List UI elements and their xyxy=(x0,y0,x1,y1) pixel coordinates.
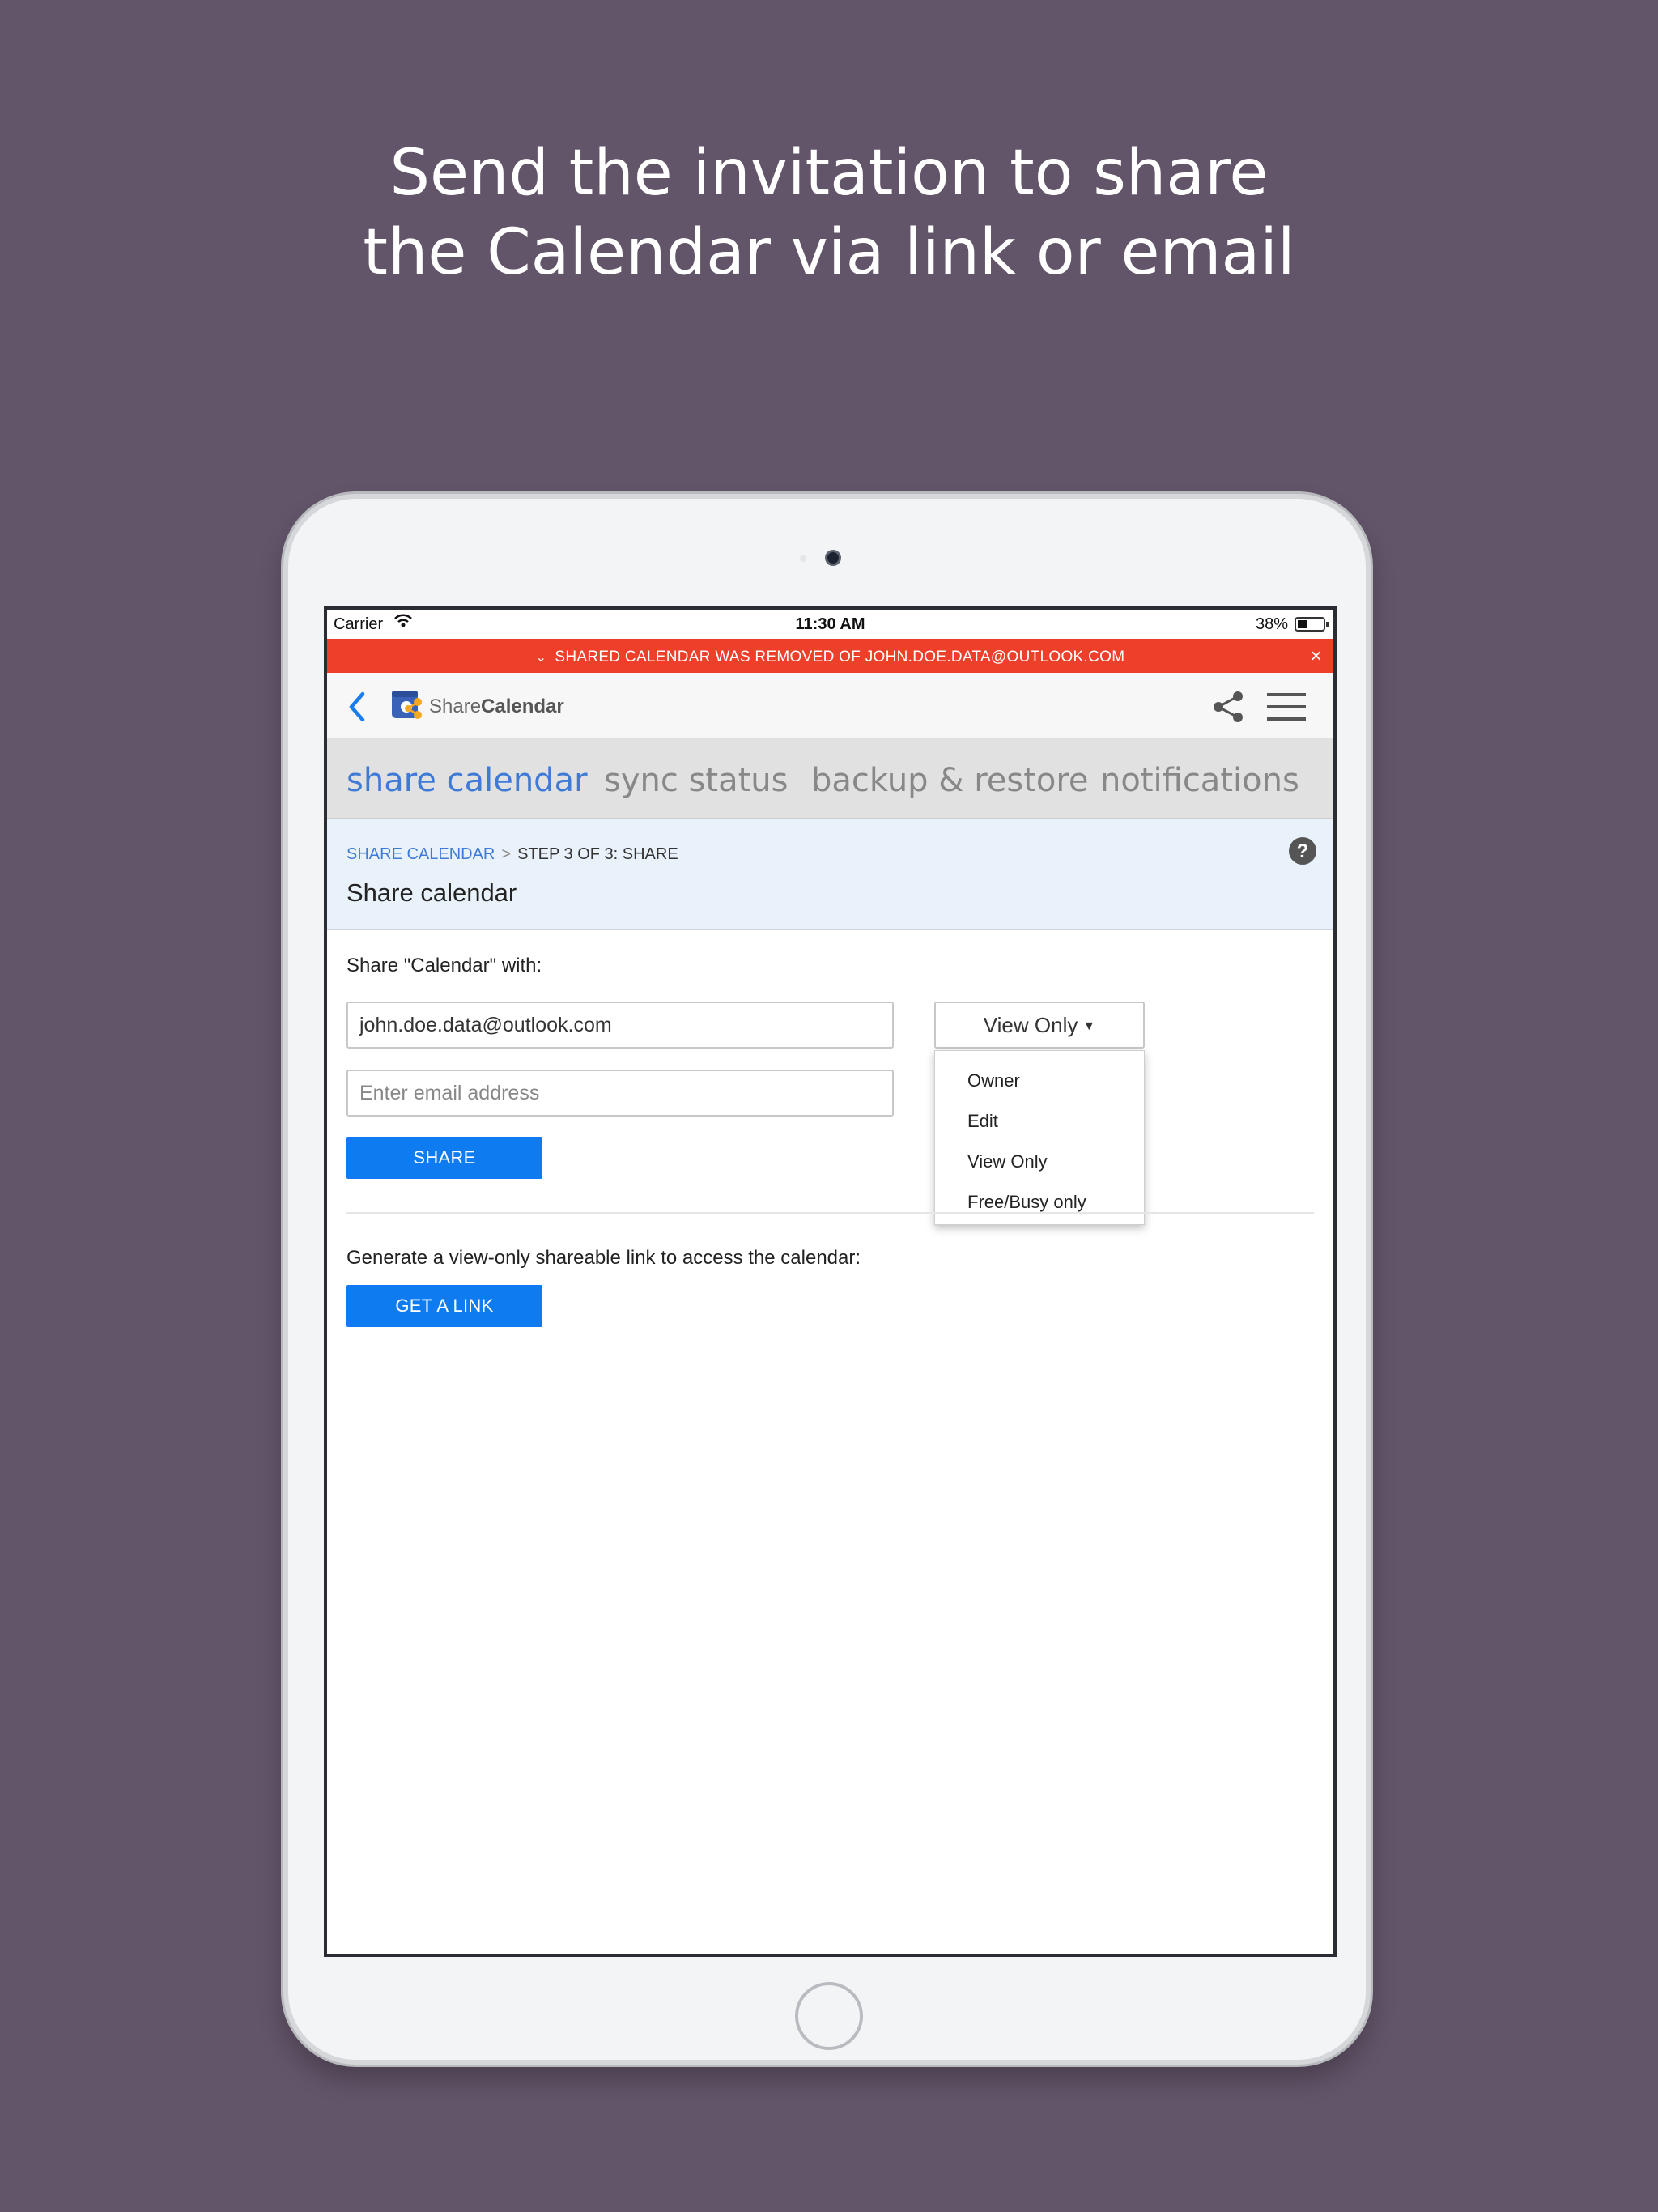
battery-percent: 38% xyxy=(1255,615,1288,633)
battery-icon xyxy=(1295,617,1329,632)
back-icon[interactable] xyxy=(345,691,369,727)
camera xyxy=(825,550,841,566)
headline-line-1: Send the invitation to share xyxy=(389,137,1269,210)
email-field-1[interactable] xyxy=(346,1002,894,1049)
caret-down-icon: ▼ xyxy=(1082,1019,1096,1033)
alert-message: SHARED CALENDAR WAS REMOVED OF JOHN.DOE.… xyxy=(555,649,1125,666)
status-bar: Carrier 11:30 AM 38% xyxy=(327,610,1333,639)
brand-name: ShareCalendar xyxy=(429,696,564,717)
link-description: Generate a view-only shareable link to a… xyxy=(346,1247,861,1269)
role-option-owner[interactable]: Owner xyxy=(967,1070,1020,1091)
sharecalendar-logo-icon xyxy=(390,687,424,723)
close-icon[interactable]: × xyxy=(1311,645,1322,668)
share-with-label: Share "Calendar" with: xyxy=(346,955,542,976)
tab-bar: share calendar sync status backup & rest… xyxy=(327,739,1333,819)
home-button[interactable] xyxy=(795,1982,863,2050)
page-title: Share calendar xyxy=(346,878,517,907)
ipad-device: Carrier 11:30 AM 38% ⌄ SHARED CALENDAR WA… xyxy=(283,494,1371,2065)
headline: Send the invitation to share the Calenda… xyxy=(0,134,1658,292)
headline-line-2: the Calendar via link or email xyxy=(363,216,1295,289)
tab-share-calendar[interactable]: share calendar xyxy=(346,762,588,799)
help-icon[interactable]: ? xyxy=(1288,836,1317,870)
tab-sync-status[interactable]: sync status xyxy=(604,762,788,799)
hamburger-menu-icon[interactable] xyxy=(1265,691,1307,727)
breadcrumb-separator: > xyxy=(501,845,512,863)
share-button[interactable]: SHARE xyxy=(346,1137,542,1179)
tab-notifications[interactable]: notifications xyxy=(1100,762,1299,799)
clock: 11:30 AM xyxy=(795,615,865,633)
svg-text:?: ? xyxy=(1297,840,1309,862)
chevron-down-icon[interactable]: ⌄ xyxy=(536,649,547,666)
breadcrumb: SHARE CALENDAR > STEP 3 OF 3: SHARE xyxy=(346,845,678,864)
divider xyxy=(346,1212,1314,1214)
role-option-free-busy[interactable]: Free/Busy only xyxy=(967,1192,1086,1213)
role-option-view-only[interactable]: View Only xyxy=(967,1151,1048,1172)
email-field-2[interactable] xyxy=(346,1070,894,1117)
role-select-value: View Only xyxy=(983,1013,1078,1037)
app-screen: Carrier 11:30 AM 38% ⌄ SHARED CALENDAR WA… xyxy=(324,606,1337,1957)
breadcrumb-root-link[interactable]: SHARE CALENDAR xyxy=(346,845,495,863)
breadcrumb-current: STEP 3 OF 3: SHARE xyxy=(517,845,678,863)
role-select[interactable]: View Only ▼ xyxy=(934,1002,1145,1049)
role-option-edit[interactable]: Edit xyxy=(967,1111,998,1132)
app-header: ShareCalendar xyxy=(327,673,1333,739)
role-dropdown-menu: Owner Edit View Only Free/Busy only xyxy=(934,1050,1145,1225)
share-icon[interactable] xyxy=(1210,689,1246,729)
page-header: SHARE CALENDAR > STEP 3 OF 3: SHARE Share … xyxy=(327,819,1333,930)
alert-banner[interactable]: ⌄ SHARED CALENDAR WAS REMOVED OF JOHN.DOE… xyxy=(327,639,1333,673)
get-link-button[interactable]: GET A LINK xyxy=(346,1285,542,1327)
sensor xyxy=(800,555,806,562)
tab-backup-restore[interactable]: backup & restore xyxy=(811,762,1089,799)
